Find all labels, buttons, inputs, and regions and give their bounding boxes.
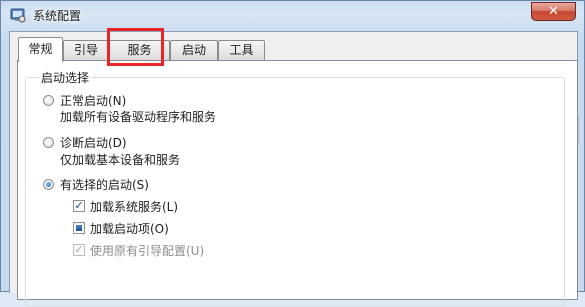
load-startup-items-label[interactable]: 加载启动项(O) xyxy=(90,220,169,237)
normal-startup-label[interactable]: 正常启动(N) xyxy=(60,92,126,109)
title-bar[interactable]: 系统配置 ✕ xyxy=(1,1,585,31)
load-system-services-checkbox[interactable] xyxy=(73,200,85,212)
close-icon: ✕ xyxy=(548,4,559,19)
group-legend: 启动选择 xyxy=(39,69,92,86)
diagnostic-startup-label[interactable]: 诊断启动(D) xyxy=(60,134,127,151)
dialog-client-area: 常规 引导 服务 启动 工具 启动选择 正常启动(N) 加载所有设备驱动程序和服… xyxy=(9,31,578,307)
use-original-boot-config-label: 使用原有引导配置(U) xyxy=(90,244,205,258)
load-system-services-label[interactable]: 加载系统服务(L) xyxy=(90,198,178,215)
diagnostic-startup-description: 仅加载基本设备和服务 xyxy=(60,153,181,167)
window-title: 系统配置 xyxy=(33,9,82,23)
tab-tools[interactable]: 工具 xyxy=(218,40,265,60)
diagnostic-startup-radio[interactable] xyxy=(43,137,54,148)
selective-startup-radio[interactable] xyxy=(43,179,54,190)
services-tab-highlight-box xyxy=(107,28,164,66)
load-startup-items-checkbox[interactable] xyxy=(73,222,85,234)
tab-startup[interactable]: 启动 xyxy=(170,40,218,60)
use-original-boot-config-checkbox xyxy=(73,244,85,256)
general-tab-panel: 启动选择 正常启动(N) 加载所有设备驱动程序和服务 诊断启动(D) 仅加载基本… xyxy=(17,60,578,307)
window-frame: 系统配置 ✕ 常规 引导 服务 启动 工具 启动选择 正常启动(N) 加载所有设… xyxy=(0,0,585,307)
close-button[interactable]: ✕ xyxy=(531,2,576,21)
normal-startup-description: 加载所有设备驱动程序和服务 xyxy=(60,110,217,124)
normal-startup-radio[interactable] xyxy=(43,95,54,106)
selective-startup-label[interactable]: 有选择的启动(S) xyxy=(60,176,149,193)
tab-boot[interactable]: 引导 xyxy=(63,40,109,60)
tab-general[interactable]: 常规 xyxy=(18,37,63,62)
system-config-icon xyxy=(10,8,26,23)
